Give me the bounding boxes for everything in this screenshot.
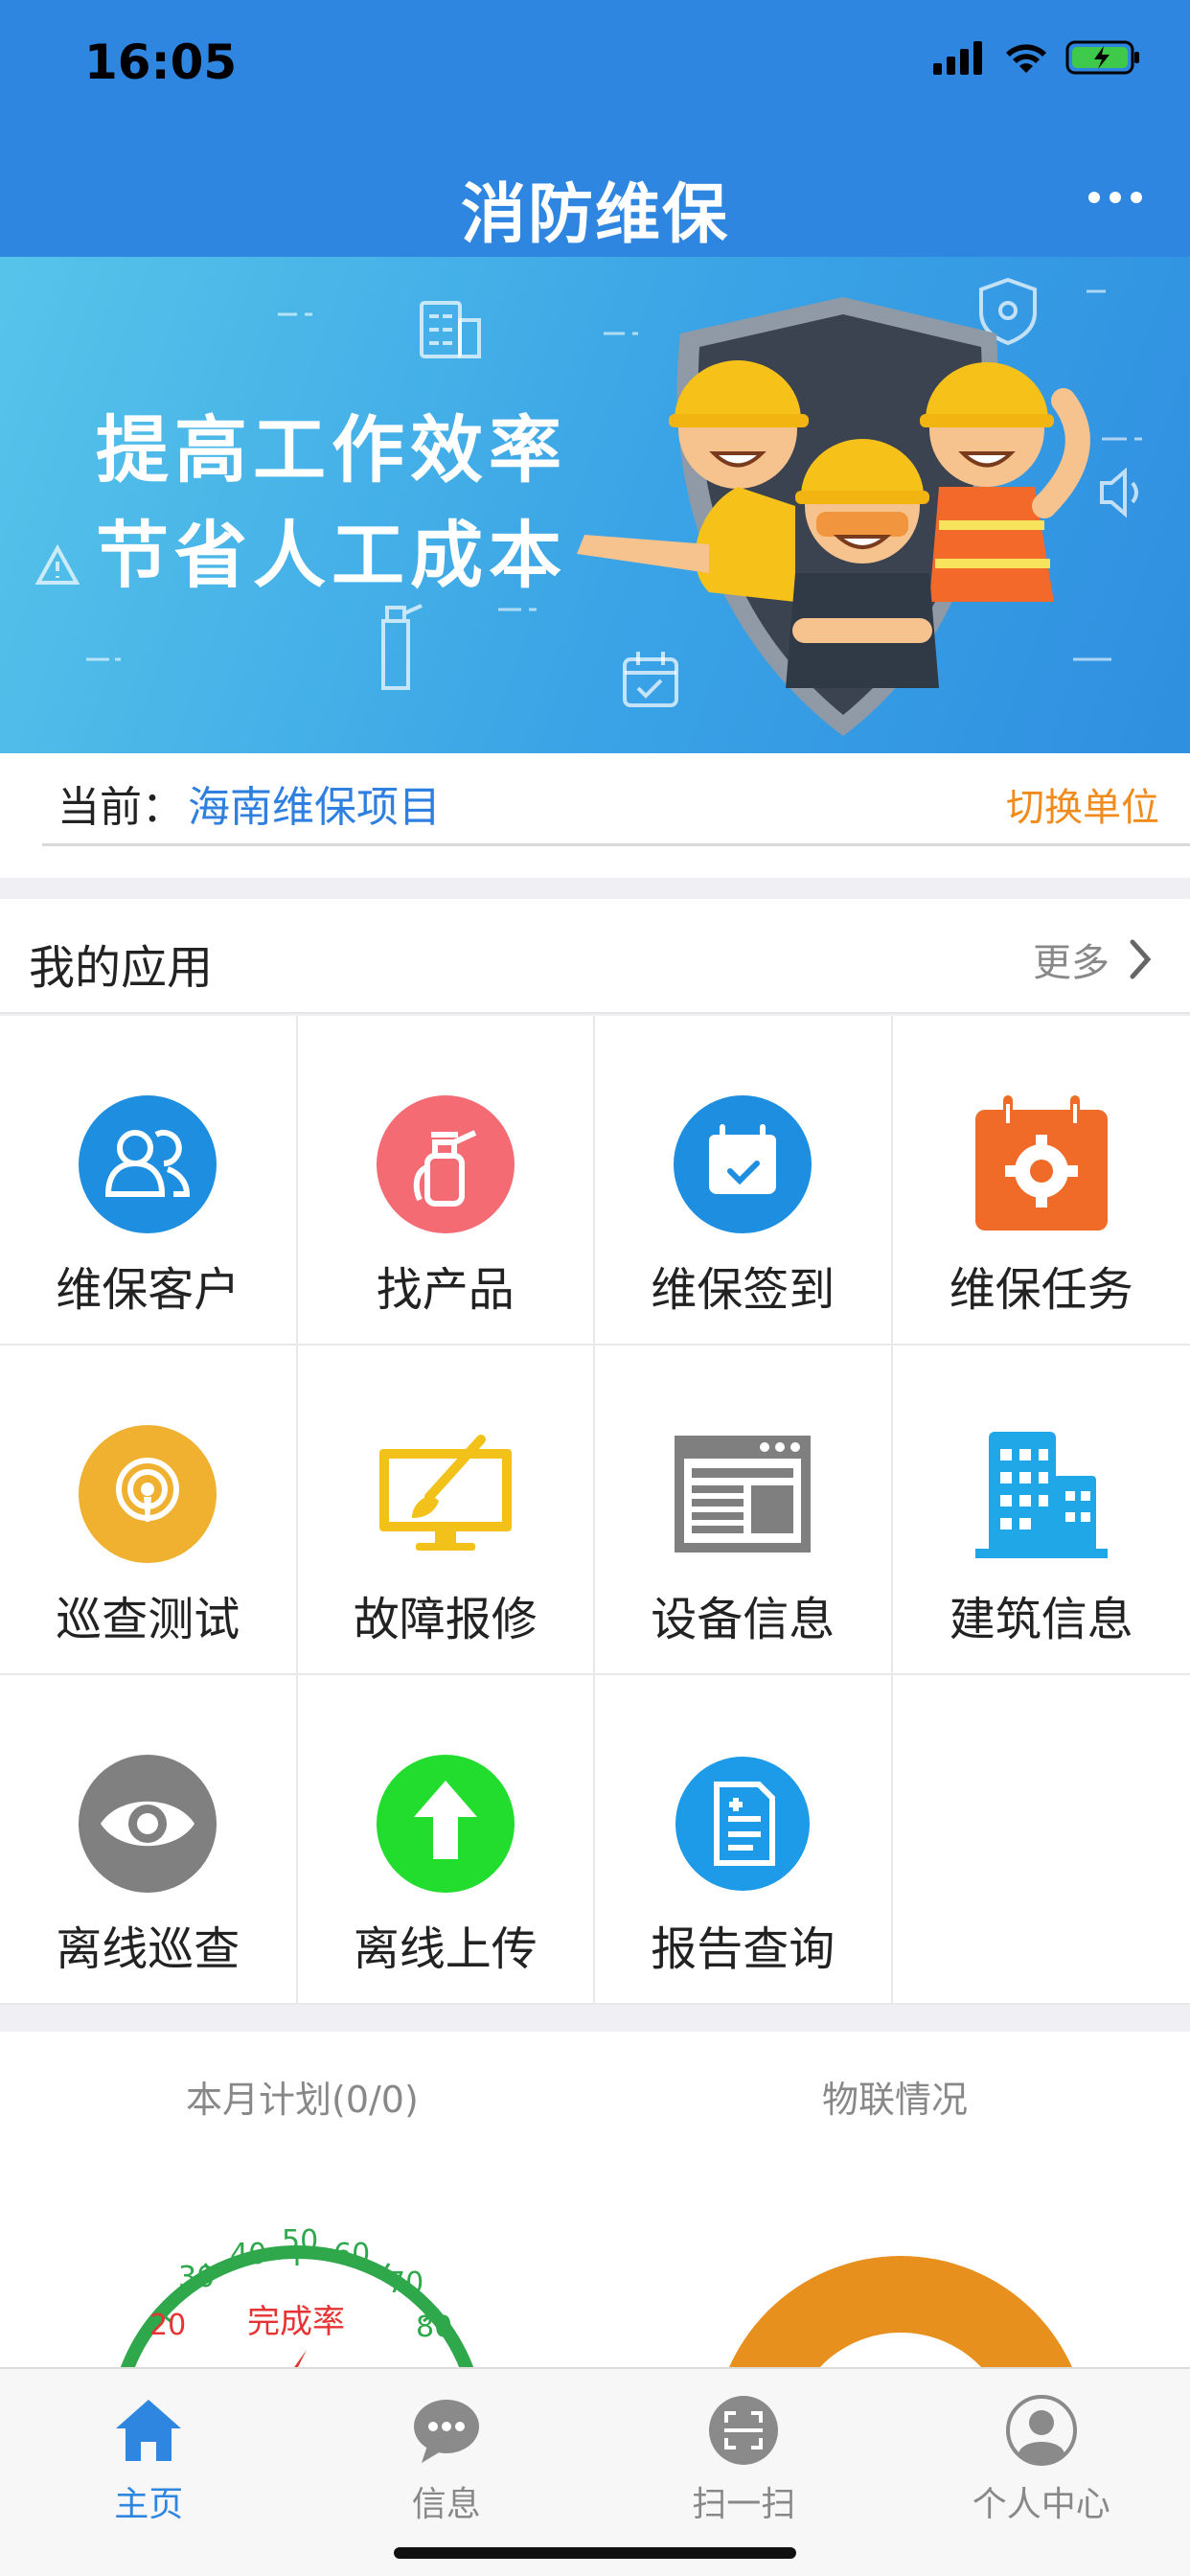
app-maintenance-customers[interactable]: 维保客户	[0, 1016, 298, 1346]
gauge-center-label: 完成率	[247, 2303, 345, 2341]
tab-messages[interactable]: 信息	[298, 2369, 596, 2576]
app-label: 设备信息	[651, 1593, 835, 1646]
app-device-info[interactable]: 设备信息	[595, 1346, 893, 1675]
app-fault-repair[interactable]: 故障报修	[297, 1346, 595, 1675]
tab-profile[interactable]: 个人中心	[893, 2369, 1190, 2576]
monthly-plan-title: 本月计划(0/0)	[186, 2079, 419, 2121]
more-icon[interactable]	[1088, 192, 1142, 203]
app-label: 离线上传	[353, 1922, 538, 1976]
app-maintenance-tasks[interactable]: 维保任务	[892, 1016, 1190, 1346]
app-find-products[interactable]: 找产品	[297, 1016, 595, 1346]
app-label: 维保任务	[949, 1263, 1133, 1317]
wifi-icon	[1006, 44, 1046, 73]
customers-icon	[79, 1095, 217, 1233]
battery-icon	[1065, 40, 1139, 75]
app-label: 维保签到	[651, 1263, 835, 1317]
top-bar: 16:05 消防维保	[0, 0, 1190, 257]
app-label: 离线巡查	[56, 1922, 240, 1976]
patrol-test-icon	[79, 1425, 217, 1563]
more-apps-label: 更多	[1033, 941, 1110, 985]
repair-brush-icon	[378, 1435, 512, 1551]
tab-label: 主页	[114, 2485, 184, 2524]
report-icon	[675, 1757, 811, 1891]
banner-headline-1: 提高工作效率	[96, 407, 567, 493]
status-icons	[933, 38, 1142, 77]
tab-scan[interactable]: 扫一扫	[595, 2369, 893, 2576]
home-indicator	[394, 2547, 796, 2559]
gauge-tick-label: 40	[230, 2238, 266, 2271]
chevron-right-icon	[1130, 939, 1152, 979]
app-label: 建筑信息	[949, 1593, 1133, 1646]
tab-label: 个人中心	[972, 2485, 1110, 2524]
fire-extinguisher-icon	[376, 1095, 515, 1233]
bottom-tab-bar: 主页 信息 扫一扫 个人中心	[0, 2367, 1190, 2576]
app-offline-patrol[interactable]: 离线巡查	[0, 1675, 298, 2005]
app-label: 巡查测试	[56, 1593, 240, 1646]
page-title: 消防维保	[460, 177, 729, 253]
gauge-tick-label: 30	[178, 2261, 215, 2294]
calendar-check-icon	[674, 1095, 812, 1233]
eye-icon	[79, 1755, 217, 1893]
gauge-tick-label: 80	[416, 2311, 452, 2344]
tab-label: 信息	[411, 2485, 481, 2524]
gauge-tick-label: 70	[387, 2266, 423, 2300]
message-icon	[413, 2400, 479, 2463]
app-label: 找产品	[376, 1263, 515, 1317]
gauge-tick-label: 20	[149, 2309, 186, 2342]
current-label: 当前：	[57, 783, 184, 832]
promo-banner[interactable]: 提高工作效率 节省人工成本	[0, 257, 1190, 753]
app-offline-upload[interactable]: 离线上传	[297, 1675, 595, 2005]
app-grid: 维保客户 找产品 维保签到 维保任务 巡查测试 故障报修 设备信息 建筑信息 离…	[0, 1016, 1190, 2005]
banner-headline-2: 节省人工成本	[96, 513, 567, 598]
app-maintenance-checkin[interactable]: 维保签到	[595, 1016, 893, 1346]
my-apps-header: 我的应用 更多	[0, 899, 1190, 1014]
gauge-tick-label: 60	[333, 2238, 370, 2271]
signal-icon	[933, 41, 982, 75]
profile-icon	[1005, 2395, 1077, 2466]
app-report-query[interactable]: 报告查询	[595, 1675, 893, 2005]
app-label: 故障报修	[353, 1593, 538, 1646]
switch-unit-button[interactable]: 切换单位	[1006, 776, 1159, 832]
device-info-icon	[675, 1436, 812, 1552]
app-label: 维保客户	[56, 1263, 240, 1317]
tab-home[interactable]: 主页	[0, 2369, 298, 2576]
workers-shield-illustration	[577, 297, 1090, 736]
my-apps-title: 我的应用	[29, 941, 214, 995]
tab-label: 扫一扫	[692, 2485, 796, 2524]
scan-icon	[709, 2396, 779, 2465]
gauge-tick-label: 50	[282, 2224, 318, 2258]
iot-status-title: 物联情况	[822, 2079, 969, 2121]
task-gear-icon	[974, 1095, 1108, 1230]
app-patrol-test[interactable]: 巡查测试	[0, 1346, 298, 1675]
current-unit-bar: 当前： 海南维保项目 切换单位	[0, 753, 1190, 878]
status-time: 16:05	[84, 34, 238, 90]
upload-icon	[376, 1755, 515, 1893]
divider	[42, 843, 1190, 846]
current-unit-name: 海南维保项目	[188, 783, 441, 832]
app-label: 报告查询	[651, 1922, 835, 1976]
more-apps-button[interactable]: 更多	[1033, 932, 1152, 987]
empty-cell	[892, 1675, 1190, 2005]
app-building-info[interactable]: 建筑信息	[892, 1346, 1190, 1675]
building-icon	[974, 1432, 1108, 1558]
home-icon	[116, 2400, 182, 2461]
